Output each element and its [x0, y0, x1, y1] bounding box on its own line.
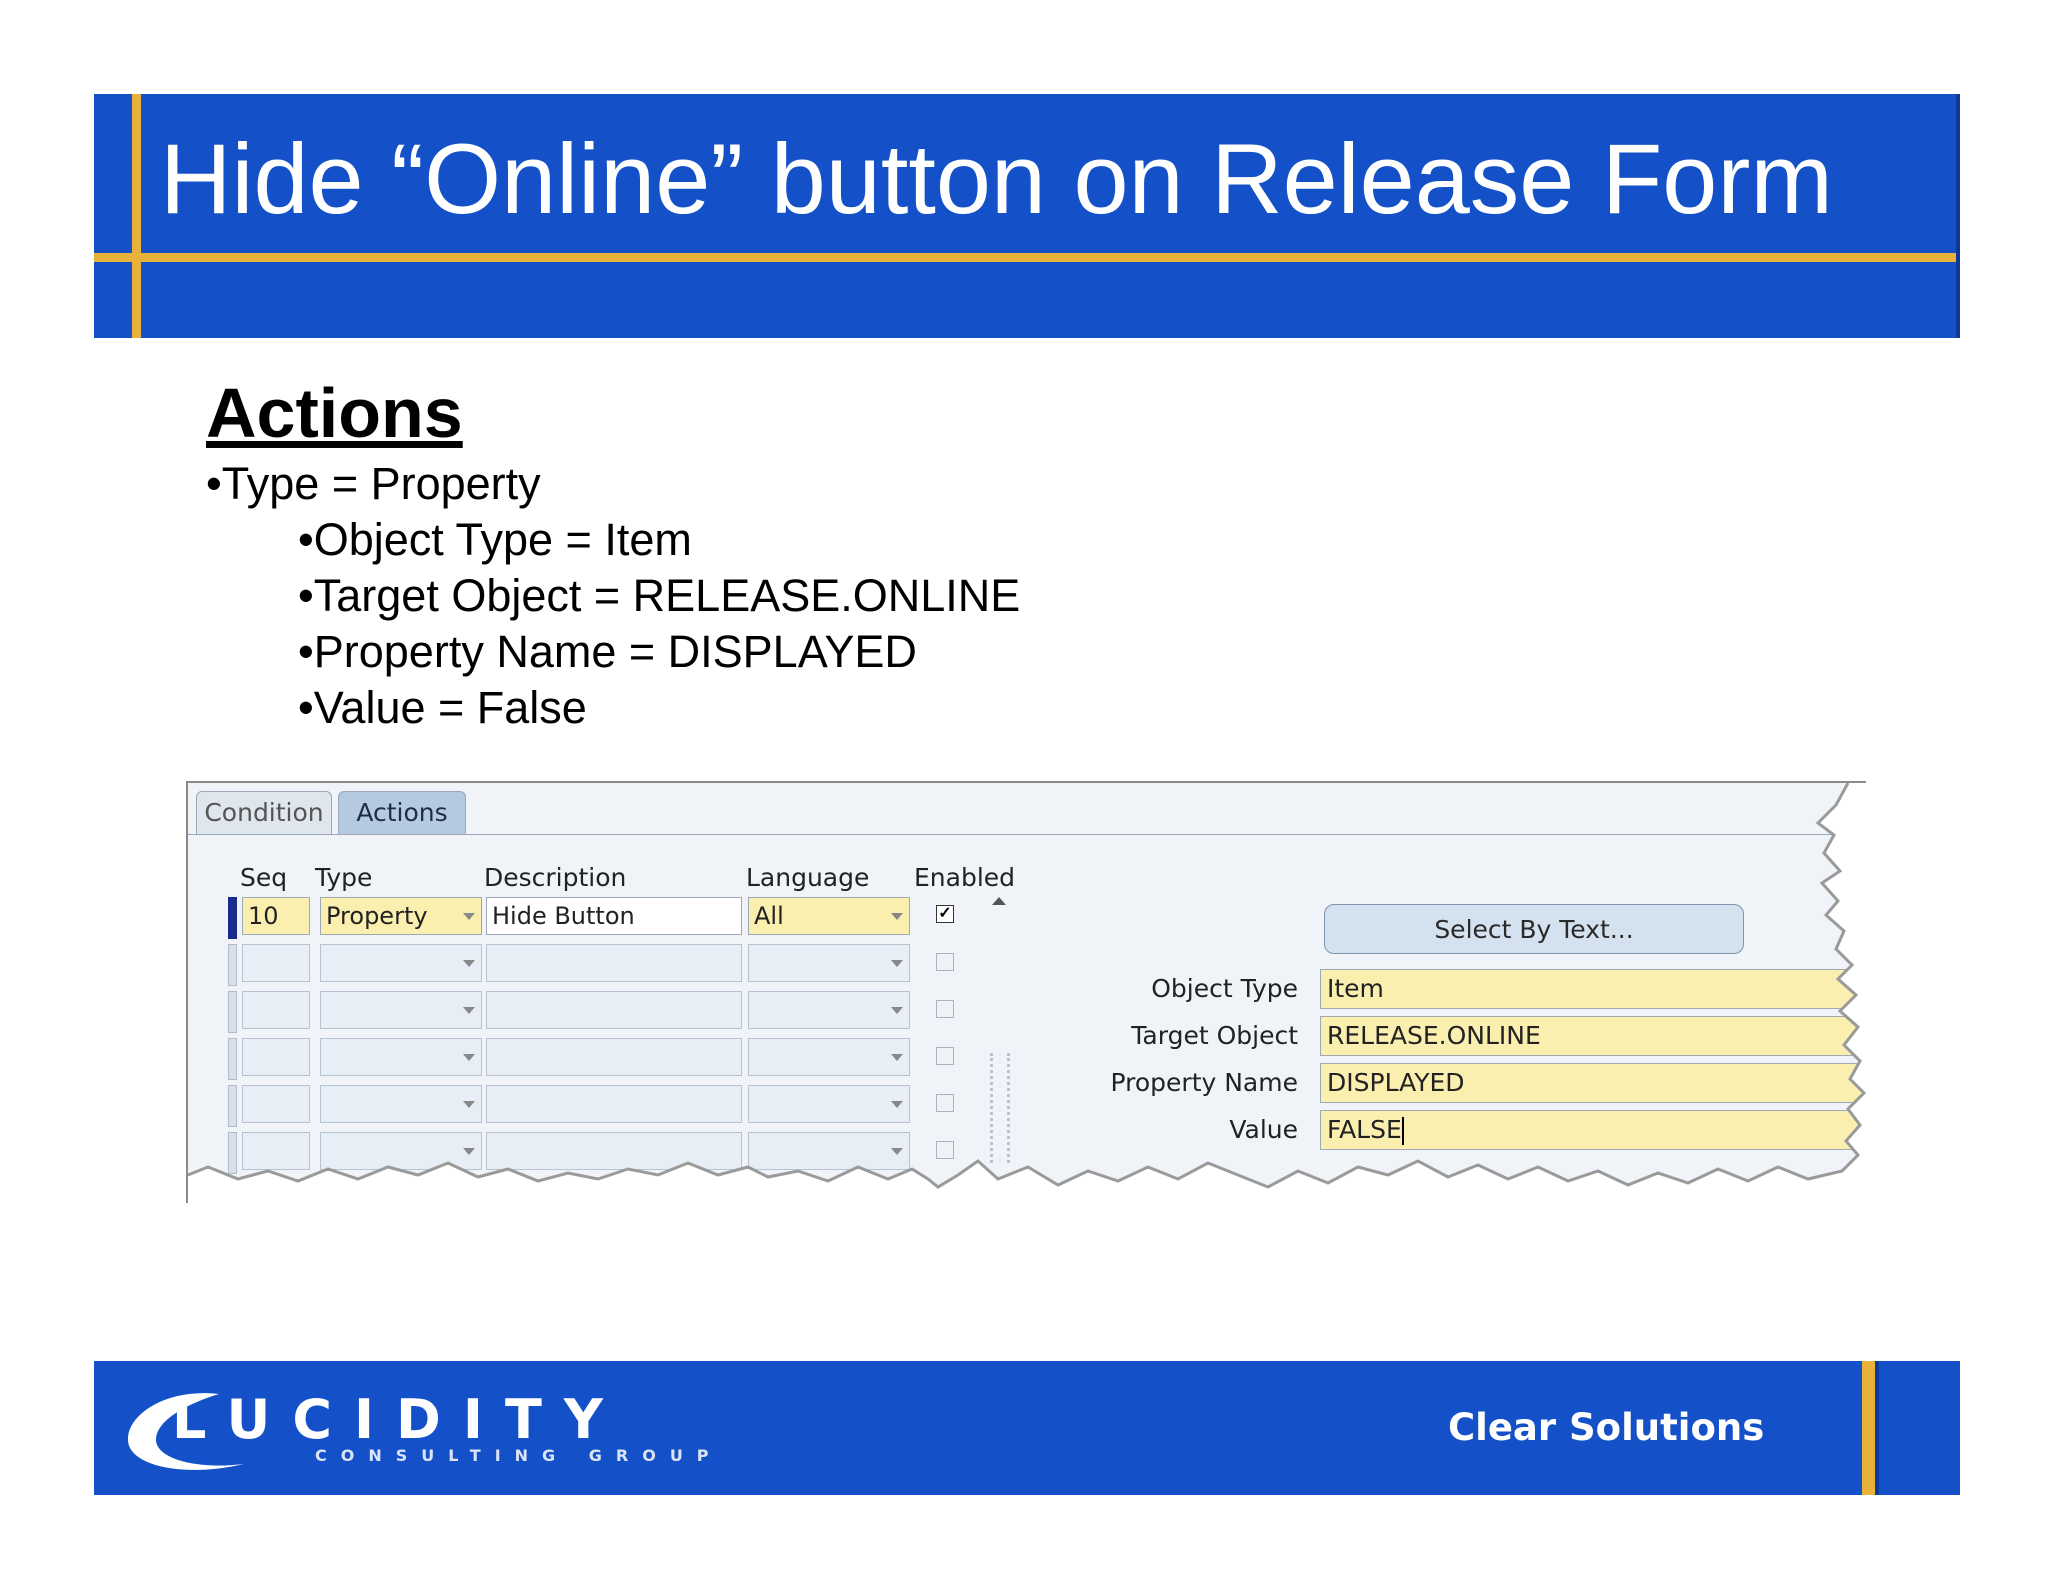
slide-title: Hide “Online” button on Release Form: [160, 123, 1833, 234]
logo-subtitle: CONSULTING GROUP: [315, 1446, 723, 1465]
header-banner: Hide “Online” button on Release Form: [94, 94, 1960, 338]
header-accent-horizontal: [94, 253, 1960, 262]
header-accent-vertical: [132, 94, 141, 338]
bullet-property-name: •Property Name = DISPLAYED: [298, 626, 917, 677]
logo-wordmark: LUCIDITY: [172, 1388, 625, 1451]
footer-banner: LUCIDITY CONSULTING GROUP Clear Solution…: [94, 1361, 1960, 1495]
header-edge: [1956, 94, 1960, 338]
actions-form-screenshot: Condition Actions Seq Type Description L…: [186, 781, 1866, 1203]
bullet-type: •Type = Property: [206, 458, 541, 509]
torn-edge: [188, 783, 1866, 1203]
footer-accent-vertical: [1862, 1361, 1875, 1495]
bullet-target-object: •Target Object = RELEASE.ONLINE: [298, 570, 1021, 621]
footer-edge: [1875, 1361, 1879, 1495]
bullet-value: •Value = False: [298, 682, 587, 733]
actions-heading: Actions: [206, 374, 463, 452]
lucidity-logo: LUCIDITY CONSULTING GROUP: [124, 1386, 744, 1476]
tagline: Clear Solutions: [1448, 1406, 1765, 1449]
bullet-object-type: •Object Type = Item: [298, 514, 692, 565]
